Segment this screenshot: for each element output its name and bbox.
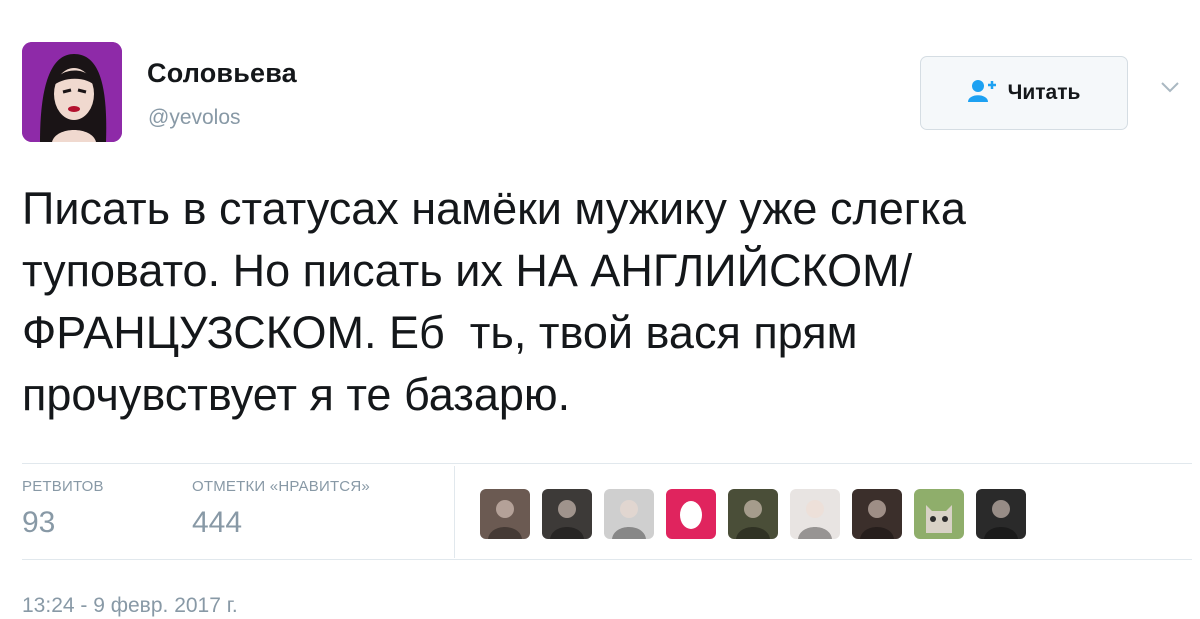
cat-avatar[interactable] — [914, 489, 964, 539]
liker-avatars — [480, 489, 1026, 539]
follow-button-label: Читать — [1007, 81, 1081, 104]
user-avatar[interactable] — [852, 489, 902, 539]
user-avatar[interactable] — [604, 489, 654, 539]
user-avatar[interactable] — [542, 489, 592, 539]
chevron-down-icon[interactable] — [1160, 80, 1180, 99]
retweets-label[interactable]: РЕТВИТОВ — [22, 478, 104, 495]
likes-label[interactable]: ОТМЕТКИ «НРАВИТСЯ» — [192, 478, 370, 495]
display-name[interactable]: Соловьева — [147, 58, 297, 89]
tweet-line: туповато. Но писать их НА АНГЛИЙСКОМ/ — [22, 245, 913, 296]
tweet-text: Писать в статусах намёки мужику уже слег… — [22, 178, 1192, 426]
avatar[interactable] — [22, 42, 122, 142]
avatar-portrait — [22, 42, 122, 142]
tweet-line: прочувствует я те базарю. — [22, 369, 571, 420]
user-avatar[interactable] — [976, 489, 1026, 539]
tweet-line: ФРАНЦУЗСКОМ. Еб ть, твой вася прям — [22, 307, 858, 358]
stats-separator — [454, 466, 455, 558]
egg-avatar[interactable] — [666, 489, 716, 539]
user-avatar[interactable] — [728, 489, 778, 539]
retweets-count[interactable]: 93 — [22, 506, 55, 540]
user-avatar[interactable] — [480, 489, 530, 539]
add-user-icon — [967, 79, 998, 108]
tweet-timestamp[interactable]: 13:24 - 9 февр. 2017 г. — [22, 594, 238, 618]
tweet-line: Писать в статусах намёки мужику уже слег… — [22, 183, 966, 234]
user-handle[interactable]: @yevolos — [148, 106, 241, 130]
divider — [22, 559, 1192, 560]
user-avatar[interactable] — [790, 489, 840, 539]
divider — [22, 463, 1192, 464]
follow-button[interactable]: Читать — [920, 56, 1128, 130]
likes-count[interactable]: 444 — [192, 506, 242, 540]
